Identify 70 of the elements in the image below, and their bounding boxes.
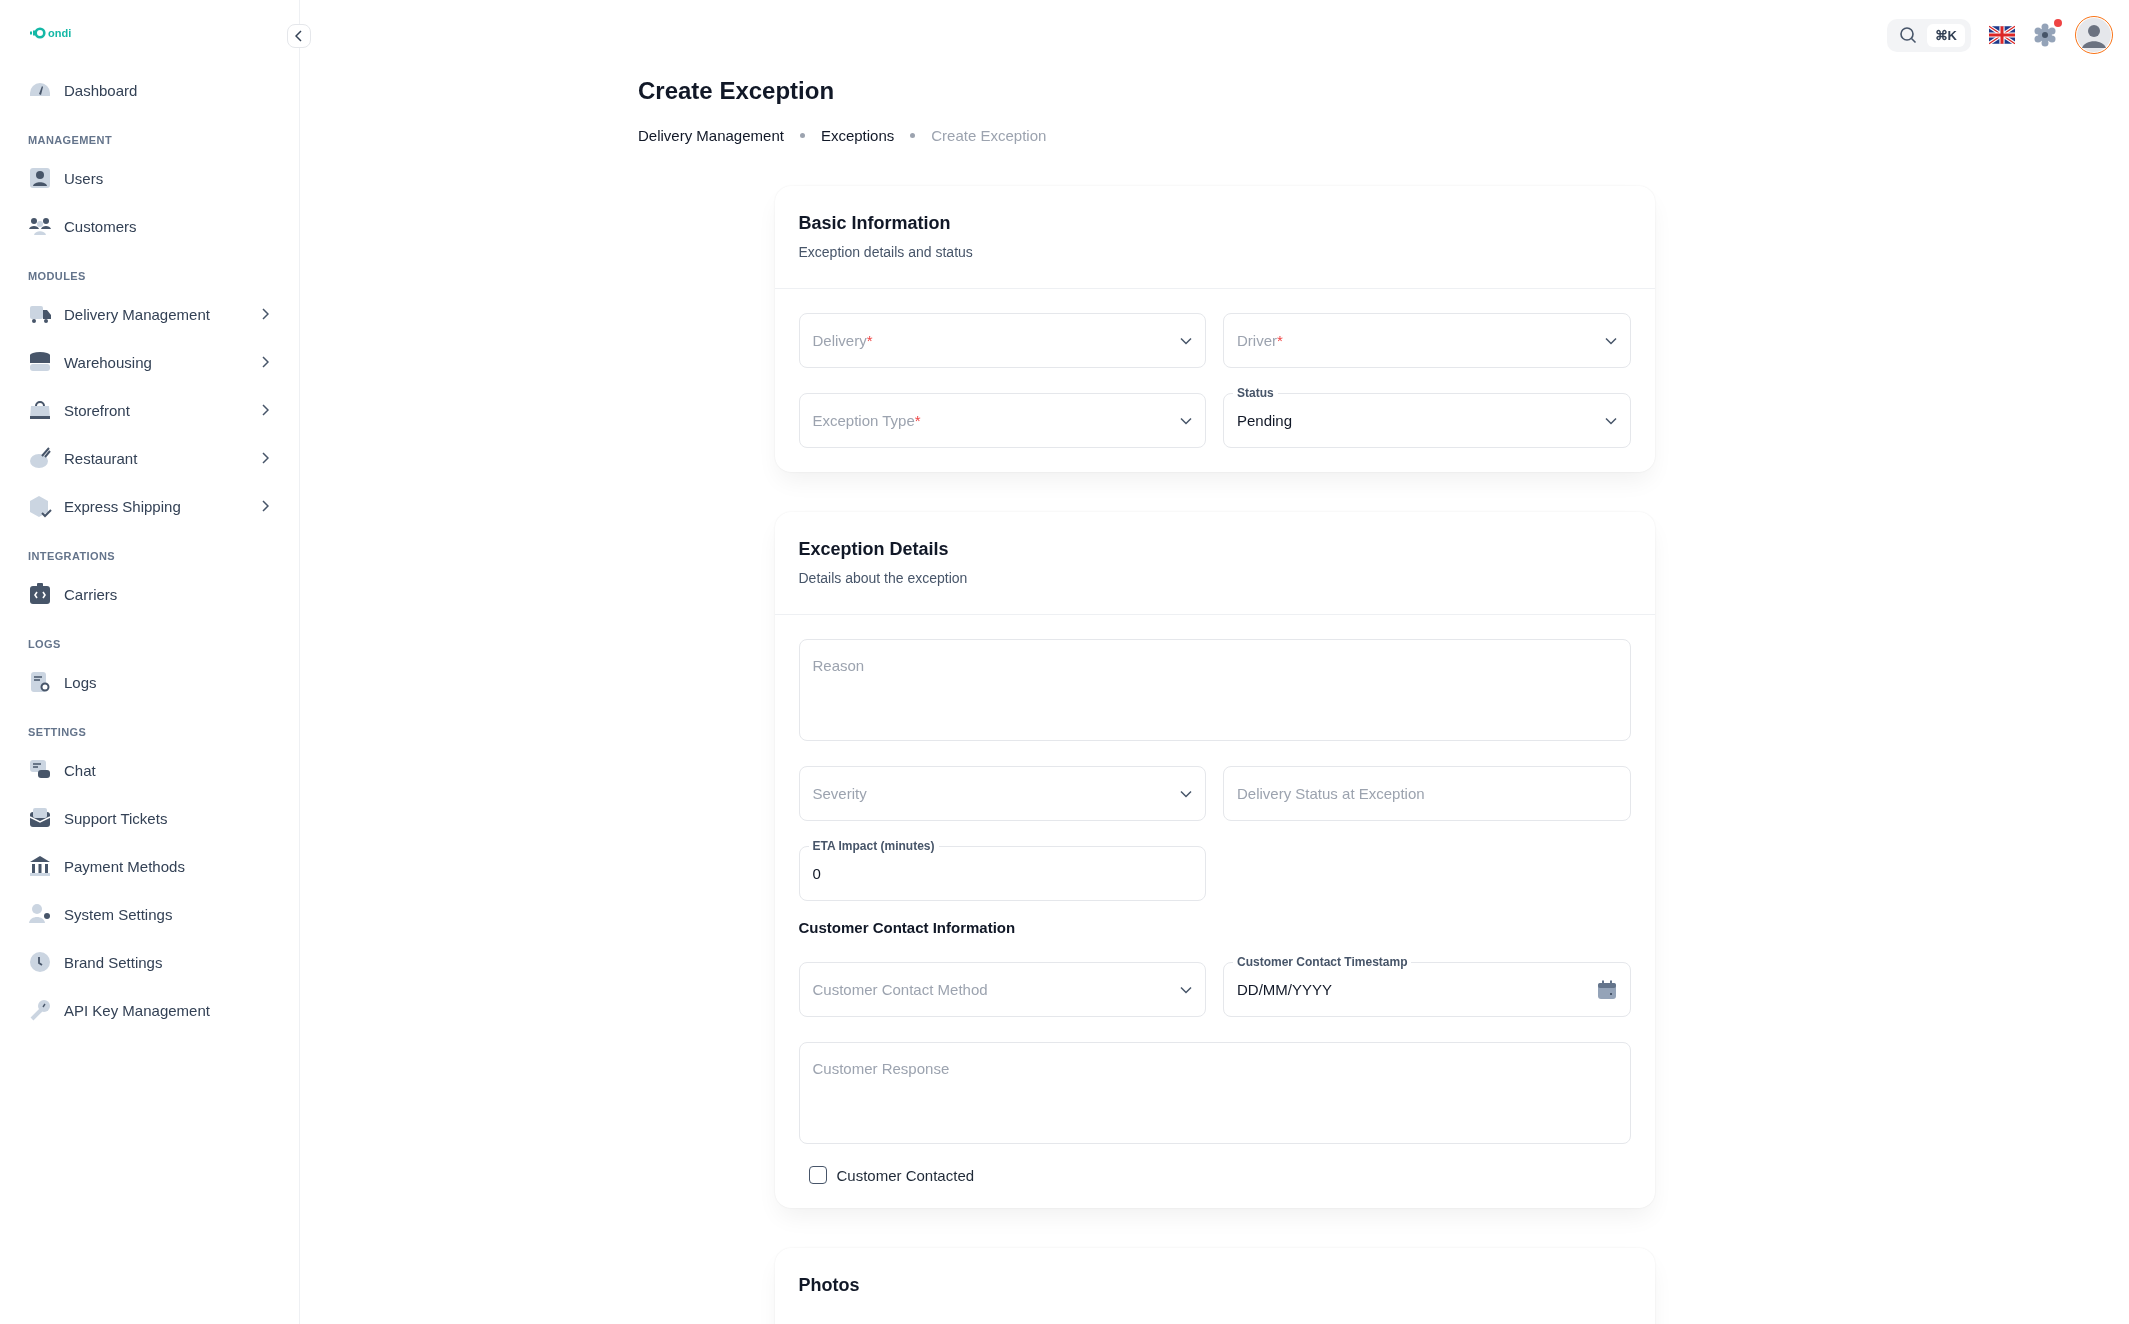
chevron-down-icon bbox=[1604, 416, 1617, 425]
sidebar-item[interactable]: Logs bbox=[28, 658, 271, 706]
select-field[interactable]: Delivery* bbox=[798, 305, 1206, 368]
breadcrumb-separator bbox=[910, 133, 916, 138]
search-icon bbox=[1898, 26, 1917, 44]
chevron-down-icon bbox=[1180, 336, 1192, 345]
card-subtitle: Details about the exception bbox=[798, 570, 969, 586]
sidebar-item[interactable]: Payment Methods bbox=[28, 842, 271, 890]
avatar[interactable] bbox=[2075, 16, 2113, 54]
nav-icon bbox=[28, 350, 52, 374]
input-field[interactable]: ETA Impact (minutes) 0 bbox=[798, 838, 1206, 901]
sidebar-item[interactable]: Express Shipping bbox=[28, 482, 271, 530]
chevron-left-icon bbox=[295, 30, 303, 42]
chevron-down-icon bbox=[1180, 985, 1192, 994]
card-title: Photos bbox=[798, 1275, 861, 1296]
nav-icon bbox=[28, 166, 52, 190]
sidebar-item[interactable]: System Settings bbox=[28, 890, 271, 938]
logo-text: ondi bbox=[48, 27, 72, 39]
calendar-icon[interactable] bbox=[1596, 979, 1617, 1000]
sidebar-item[interactable]: Delivery Management bbox=[28, 290, 271, 338]
section-heading: MANAGEMENT bbox=[28, 133, 114, 147]
sidebar-item[interactable]: API Key Management bbox=[28, 986, 271, 1034]
breadcrumb-link[interactable]: Exceptions bbox=[820, 127, 895, 144]
chevron-down-icon bbox=[1180, 789, 1192, 798]
card-title: Basic Information bbox=[798, 213, 952, 234]
breadcrumb-link[interactable]: Delivery Management bbox=[638, 127, 784, 144]
checkbox[interactable] bbox=[808, 1166, 827, 1184]
nav-icon bbox=[28, 670, 52, 694]
sidebar-item[interactable]: Support Tickets bbox=[28, 794, 271, 842]
nav-icon bbox=[28, 854, 52, 878]
nav-icon bbox=[28, 902, 52, 926]
nav-icon bbox=[28, 494, 52, 518]
nav-icon bbox=[28, 398, 52, 422]
nav-icon bbox=[28, 806, 52, 830]
sidebar-item[interactable]: Dashboard bbox=[28, 66, 271, 114]
sidebar-item[interactable]: Carriers bbox=[28, 570, 271, 618]
sidebar-item[interactable]: Brand Settings bbox=[28, 938, 271, 986]
flag-icon[interactable] bbox=[1989, 25, 2015, 45]
collapse-button[interactable] bbox=[287, 24, 311, 48]
chevron-down-icon bbox=[1604, 336, 1617, 345]
sidebar-item[interactable]: Warehousing bbox=[28, 338, 271, 386]
sidebar-item[interactable]: Customers bbox=[28, 202, 271, 250]
nav-icon bbox=[28, 998, 52, 1022]
section-subheading: Customer Contact Information bbox=[798, 919, 1017, 936]
section-heading: MODULES bbox=[28, 269, 87, 283]
settings-icon[interactable] bbox=[2033, 23, 2057, 47]
nav-icon bbox=[28, 446, 52, 470]
breadcrumb-current: Create Exception bbox=[931, 127, 1047, 144]
chevron-down-icon bbox=[1180, 416, 1192, 425]
nav-icon bbox=[28, 950, 52, 974]
shortcut-key: ⌘K bbox=[1926, 23, 1965, 47]
date-field[interactable]: Customer Contact Timestamp DD/MM/YYYY bbox=[1223, 954, 1631, 1017]
sidebar-item[interactable]: Restaurant bbox=[28, 434, 271, 482]
card-subtitle: Exception details and status bbox=[798, 244, 974, 260]
select-field[interactable]: Exception Type* bbox=[798, 385, 1206, 448]
section-heading: INTEGRATIONS bbox=[28, 549, 117, 563]
logo-icon bbox=[30, 27, 46, 39]
sidebar-item[interactable]: Storefront bbox=[28, 386, 271, 434]
sidebar-item[interactable]: Chat bbox=[28, 746, 271, 794]
section-heading: SETTINGS bbox=[28, 725, 88, 739]
sidebar-item[interactable]: Users bbox=[28, 154, 271, 202]
search-button[interactable]: ⌘K bbox=[1886, 18, 1971, 52]
page-title: Create Exception bbox=[638, 77, 836, 105]
section-heading: LOGS bbox=[28, 637, 62, 651]
select-field[interactable]: Status Pending bbox=[1223, 385, 1631, 448]
card-title: Exception Details bbox=[798, 539, 950, 560]
checkbox-label[interactable]: Customer Contacted bbox=[836, 1166, 975, 1184]
breadcrumb-separator bbox=[799, 133, 805, 138]
nav-icon bbox=[28, 582, 52, 606]
select-field[interactable]: Driver* bbox=[1223, 305, 1631, 368]
